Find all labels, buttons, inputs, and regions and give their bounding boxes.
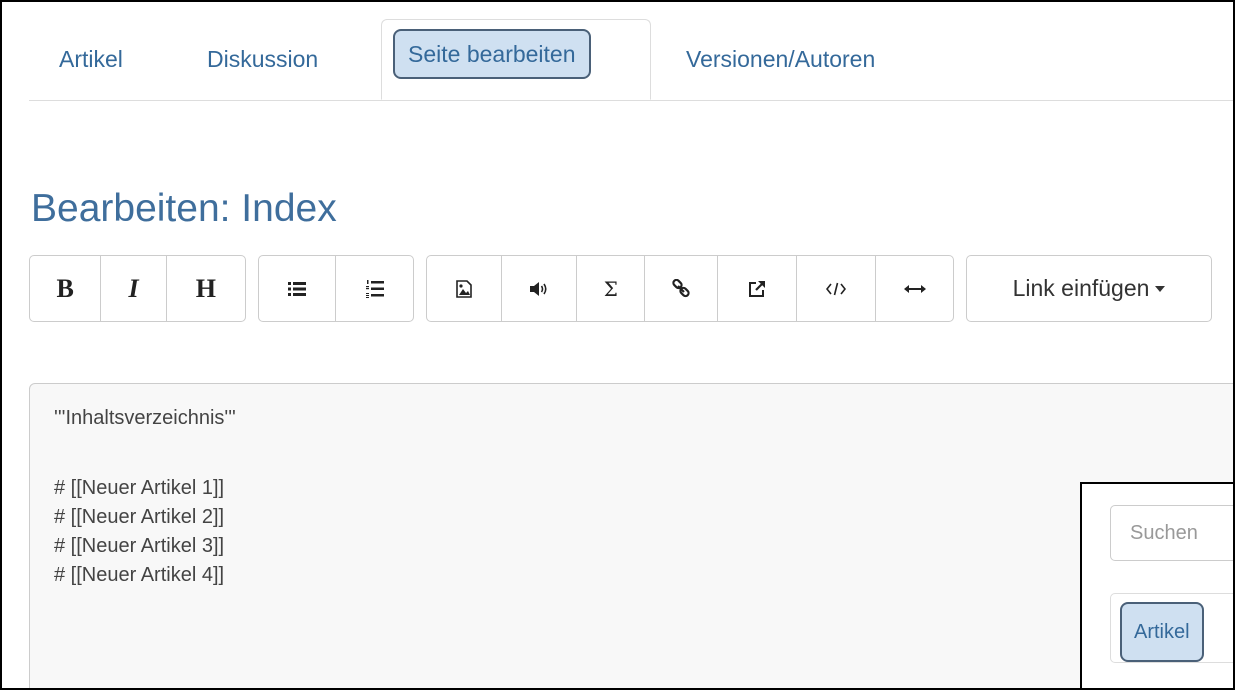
- search-input[interactable]: Suchen: [1110, 505, 1233, 561]
- arrows-horizontal-icon: [903, 284, 926, 293]
- bold-label: B: [56, 273, 74, 303]
- wiki-text-editor[interactable]: '''Inhaltsverzeichnis''' # [[Neuer Artik…: [29, 383, 1233, 688]
- tab-artikel[interactable]: Artikel: [59, 19, 123, 100]
- bold-button[interactable]: B: [30, 256, 102, 321]
- tab-label: Artikel: [59, 46, 123, 72]
- italic-button[interactable]: I: [101, 256, 167, 321]
- link-insert-label: Link einfügen: [1012, 275, 1150, 301]
- horizontal-rule-button[interactable]: [876, 256, 953, 321]
- editor-line: '''Inhaltsverzeichnis''': [54, 407, 236, 429]
- bullet-list-icon: [288, 281, 306, 296]
- list-group: [258, 255, 414, 322]
- search-placeholder: Suchen: [1130, 521, 1198, 544]
- editor-line: # [[Neuer Artikel 2]]: [54, 506, 225, 528]
- numbered-list-button[interactable]: [336, 256, 413, 321]
- page-tabs: Artikel Diskussion Seite bearbeiten Vers…: [29, 19, 1233, 101]
- page-title: Bearbeiten: Index: [31, 187, 337, 230]
- editor-line: # [[Neuer Artikel 3]]: [54, 535, 225, 557]
- editor-line: # [[Neuer Artikel 4]]: [54, 564, 225, 586]
- code-icon: [825, 282, 846, 295]
- tab-seite-bearbeiten[interactable]: Seite bearbeiten: [381, 19, 651, 100]
- heading-button[interactable]: H: [167, 256, 245, 321]
- formula-button[interactable]: Σ: [577, 256, 646, 321]
- tab-label: Diskussion: [207, 46, 319, 72]
- bullet-list-button[interactable]: [259, 256, 336, 321]
- numbered-list-icon: [365, 279, 384, 298]
- caret-down-icon: [1155, 285, 1166, 292]
- tab-diskussion[interactable]: Diskussion: [207, 19, 318, 100]
- image-icon: [456, 279, 472, 298]
- link-dropdown-group: Link einfügen: [966, 255, 1212, 322]
- audio-button[interactable]: [502, 256, 578, 321]
- image-button[interactable]: [427, 256, 502, 321]
- sidebar-tabs: Artikel: [1110, 593, 1233, 663]
- format-group: B I H: [29, 255, 246, 322]
- tab-versionen-autoren[interactable]: Versionen/Autoren: [686, 19, 875, 100]
- link-insert-dropdown[interactable]: Link einfügen: [967, 256, 1211, 321]
- sidebar-tab-label: Artikel: [1134, 620, 1190, 643]
- tab-label: Seite bearbeiten: [408, 40, 576, 67]
- external-link-button[interactable]: [718, 256, 797, 321]
- insert-group: Σ: [426, 255, 954, 322]
- heading-label: H: [195, 273, 216, 303]
- link-button[interactable]: [645, 256, 718, 321]
- inset-sidebar-panel: Suchen Artikel: [1080, 482, 1233, 688]
- sidebar-tab-artikel[interactable]: Artikel: [1120, 602, 1204, 662]
- tab-highlight: Seite bearbeiten: [393, 29, 591, 79]
- editor-line: # [[Neuer Artikel 1]]: [54, 477, 225, 499]
- window-frame: Artikel Diskussion Seite bearbeiten Vers…: [0, 0, 1235, 690]
- sum-icon: Σ: [603, 276, 618, 301]
- external-link-icon: [748, 280, 765, 297]
- link-icon: [672, 278, 690, 297]
- volume-icon: [530, 281, 547, 296]
- italic-label: I: [128, 273, 139, 303]
- code-button[interactable]: [797, 256, 877, 321]
- tab-label: Versionen/Autoren: [686, 46, 876, 72]
